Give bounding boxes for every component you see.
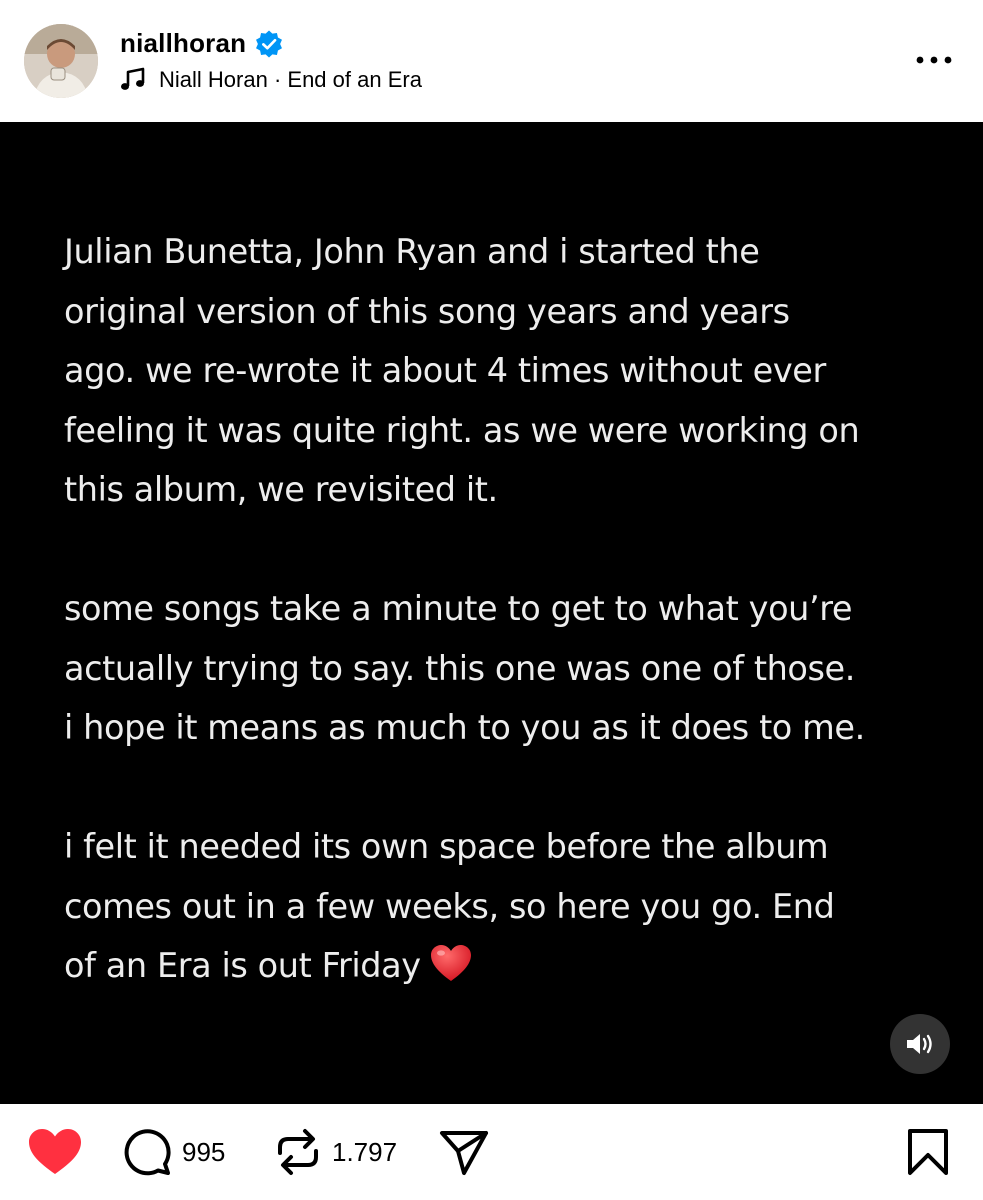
music-note-icon	[120, 67, 146, 93]
avatar-image	[24, 24, 98, 98]
post-header: niallhoran Niall Horan · End of an Era	[0, 0, 983, 122]
comment-icon	[124, 1129, 171, 1176]
media-text: Julian Bunetta, John Ryan and i started …	[64, 222, 944, 996]
sound-on-icon	[907, 1034, 932, 1054]
save-button[interactable]	[906, 1104, 950, 1200]
media-paragraph-3-wrap: i felt it needed its own space before th…	[64, 817, 944, 996]
username[interactable]: niallhoran	[120, 28, 246, 59]
post-media[interactable]: Julian Bunetta, John Ryan and i started …	[0, 122, 983, 1104]
music-track: End of an Era	[287, 67, 422, 92]
music-attribution[interactable]: Niall Horan · End of an Era	[120, 67, 422, 93]
bookmark-icon	[908, 1129, 948, 1175]
verified-badge-icon	[254, 29, 284, 59]
music-separator: ·	[267, 67, 288, 92]
avatar[interactable]	[24, 24, 98, 98]
like-button[interactable]	[27, 1104, 83, 1200]
comment-count: 995	[182, 1136, 226, 1167]
more-options-icon	[916, 56, 952, 64]
username-row: niallhoran	[120, 28, 284, 59]
sound-toggle-button[interactable]	[890, 1014, 950, 1074]
music-artist: Niall Horan	[159, 67, 268, 92]
repost-count: 1.797	[332, 1136, 398, 1167]
repost-button[interactable]: 1.797	[274, 1104, 397, 1200]
more-options-button[interactable]	[912, 46, 956, 74]
media-paragraph-1: Julian Bunetta, John Ryan and i started …	[64, 232, 860, 509]
media-paragraph-2: some songs take a minute to get to what …	[64, 589, 865, 747]
action-bar: 995 1.797	[0, 1104, 983, 1200]
share-icon	[440, 1131, 488, 1175]
music-label: Niall Horan · End of an Era	[159, 67, 422, 93]
share-button[interactable]	[438, 1104, 490, 1200]
comment-button[interactable]: 995	[122, 1104, 225, 1200]
red-heart-emoji-icon	[429, 942, 473, 982]
repost-icon	[278, 1129, 318, 1175]
heart-icon	[29, 1129, 81, 1174]
